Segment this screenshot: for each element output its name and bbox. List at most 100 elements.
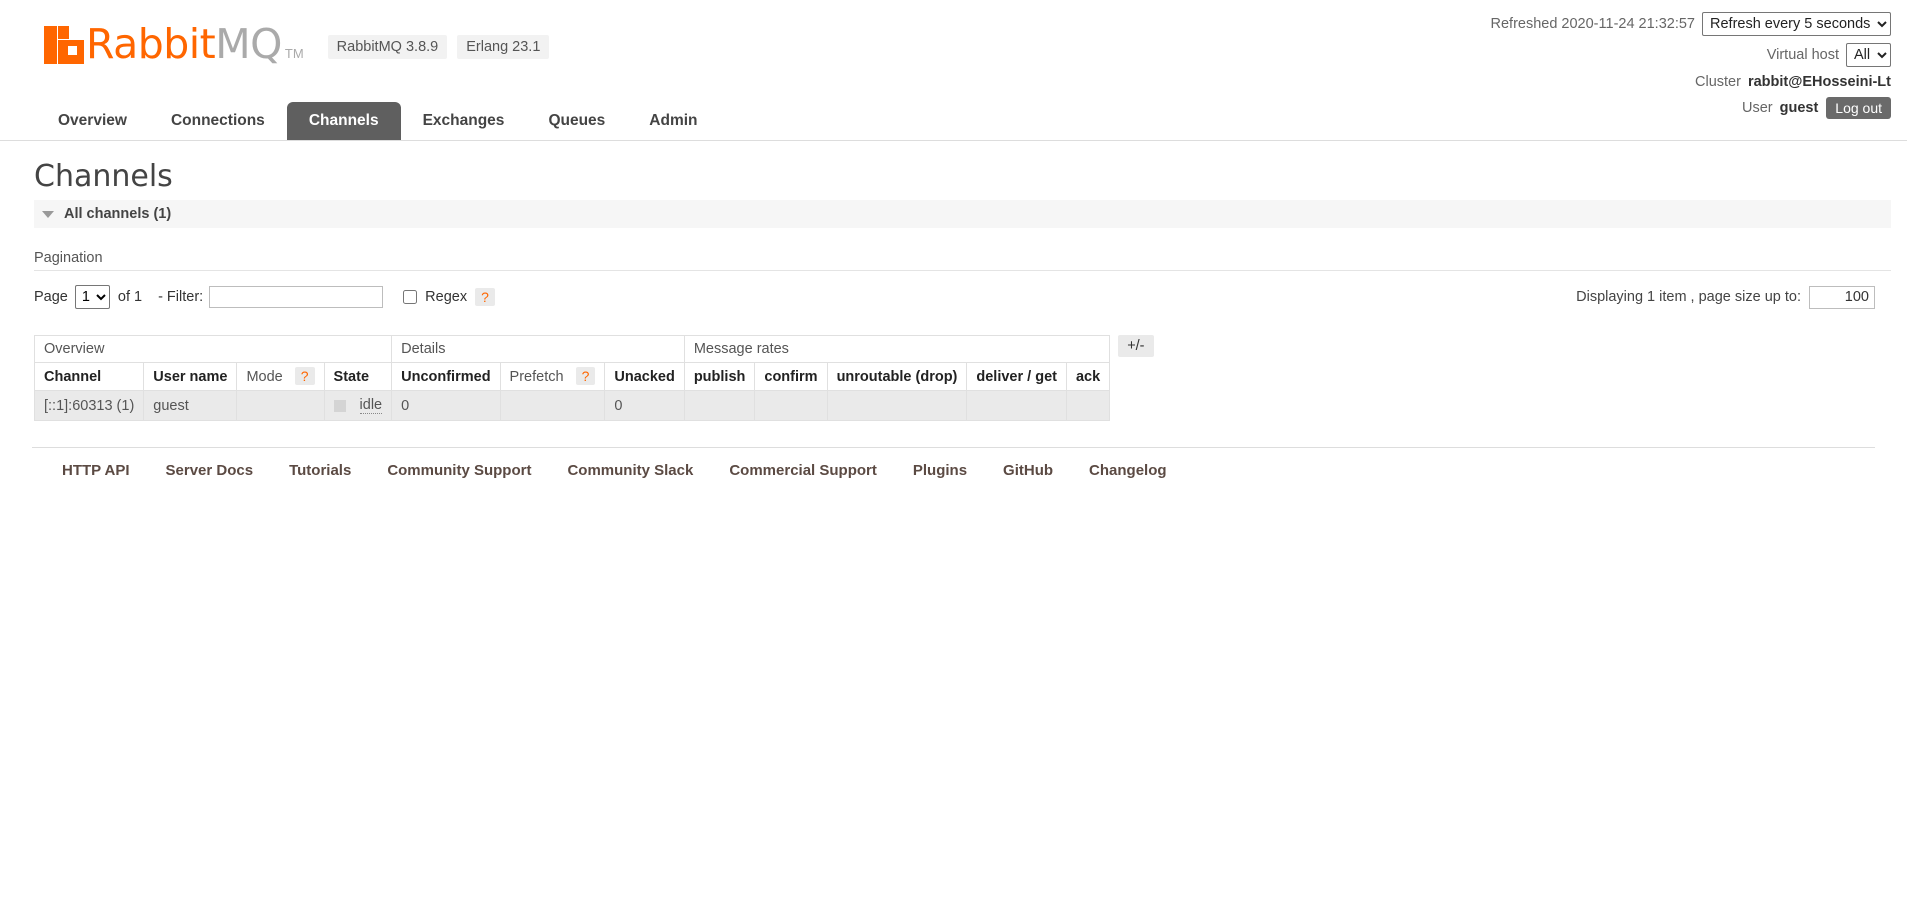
cell-unroutable-drop <box>826 390 968 421</box>
cell-mode <box>236 390 325 421</box>
channels-table: Overview Details Message rates Channel U… <box>33 335 1111 421</box>
version-badges: RabbitMQ 3.8.9 Erlang 23.1 <box>327 35 550 64</box>
regex-help-icon[interactable]: ? <box>475 288 495 306</box>
nav-divider <box>0 140 1907 141</box>
cell-user-name: guest <box>143 390 238 421</box>
col-mode-label: Mode <box>246 369 283 385</box>
state-indicator-icon <box>333 399 346 412</box>
footer-link-community-slack[interactable]: Community Slack <box>567 462 693 479</box>
col-confirm[interactable]: confirm <box>754 362 828 391</box>
col-unacked[interactable]: Unacked <box>604 362 685 391</box>
cluster-name: rabbit@EHosseini-Lt <box>1747 74 1891 90</box>
pagination-controls: Page 1 of 1 - Filter: Regex ? Displaying… <box>34 285 1891 309</box>
col-ack[interactable]: ack <box>1065 362 1111 391</box>
tab-overview[interactable]: Overview <box>36 102 149 140</box>
page-count-label: of 1 <box>117 289 143 305</box>
main-header: RabbitMQ TM RabbitMQ 3.8.9 Erlang 23.1 R… <box>0 0 1907 140</box>
col-deliver-get[interactable]: deliver / get <box>966 362 1067 391</box>
cell-publish <box>683 390 756 421</box>
all-channels-label: All channels (1) <box>64 206 172 222</box>
pagination-label: Pagination <box>34 250 103 266</box>
cluster-label: Cluster <box>1695 74 1741 90</box>
footer-link-server-docs[interactable]: Server Docs <box>166 462 254 479</box>
mode-help-icon[interactable]: ? <box>294 367 315 385</box>
vhost-row: Virtual host All <box>1491 43 1891 67</box>
col-prefetch-label: Prefetch <box>509 369 564 385</box>
page-size-input[interactable] <box>1809 285 1875 309</box>
rabbitmq-version-badge: RabbitMQ 3.8.9 <box>327 35 448 59</box>
tab-exchanges[interactable]: Exchanges <box>401 102 527 140</box>
cluster-row: Cluster rabbit@EHosseini-Lt <box>1491 74 1891 90</box>
page-select[interactable]: 1 <box>74 285 110 309</box>
regex-checkbox[interactable] <box>403 290 418 304</box>
footer-link-tutorials[interactable]: Tutorials <box>289 462 351 479</box>
footer-link-http-api[interactable]: HTTP API <box>62 462 130 479</box>
refresh-interval-select[interactable]: Refresh every 5 seconds <box>1702 12 1891 36</box>
page-title: Channels <box>34 159 173 194</box>
page-content: Channels All channels (1) Pagination Pag… <box>0 159 1907 479</box>
cell-unconfirmed: 0 <box>391 390 501 421</box>
tab-admin[interactable]: Admin <box>627 102 719 140</box>
footer-link-changelog[interactable]: Changelog <box>1089 462 1167 479</box>
cell-state-text: idle <box>359 397 383 414</box>
footer-link-github[interactable]: GitHub <box>1003 462 1053 479</box>
logo-text-rabbit: Rabbit <box>86 20 216 68</box>
tab-queues[interactable]: Queues <box>526 102 627 140</box>
filter-input[interactable] <box>209 286 384 308</box>
toggle-columns-button[interactable]: +/- <box>1118 335 1154 357</box>
vhost-select[interactable]: All <box>1846 43 1891 67</box>
main-navigation: Overview Connections Channels Exchanges … <box>36 102 720 140</box>
display-info-text: Displaying 1 item , page size up to: <box>1576 289 1801 305</box>
refreshed-timestamp: Refreshed 2020-11-24 21:32:57 <box>1490 16 1696 32</box>
prefetch-help-icon[interactable]: ? <box>575 367 596 385</box>
col-state[interactable]: State <box>323 362 393 391</box>
col-user-name[interactable]: User name <box>143 362 238 391</box>
rabbitmq-logo[interactable]: RabbitMQ TM RabbitMQ 3.8.9 Erlang 23.1 <box>44 24 550 65</box>
channels-table-wrapper: Overview Details Message rates Channel U… <box>33 335 1891 421</box>
group-message-rates: Message rates <box>683 335 1111 363</box>
regex-control: Regex ? <box>403 288 495 306</box>
cell-state: idle <box>323 390 393 421</box>
cell-prefetch <box>499 390 606 421</box>
table-group-header-row: Overview Details Message rates <box>33 335 1111 363</box>
col-mode[interactable]: Mode ? <box>236 362 325 391</box>
cell-ack <box>1065 390 1111 421</box>
logo-trademark: TM <box>284 46 304 61</box>
tab-channels[interactable]: Channels <box>286 102 401 140</box>
regex-label: Regex <box>425 289 468 305</box>
all-channels-section-header[interactable]: All channels (1) <box>34 200 1891 228</box>
logo-text-mq: MQ <box>215 20 282 68</box>
pagination-divider <box>34 270 1891 271</box>
col-unconfirmed[interactable]: Unconfirmed <box>391 362 501 391</box>
header-controls: Refreshed 2020-11-24 21:32:57 Refresh ev… <box>1490 12 1891 126</box>
logo-wordmark: RabbitMQ <box>86 24 282 65</box>
rabbitmq-logo-icon <box>44 26 84 64</box>
logout-button[interactable]: Log out <box>1826 97 1891 119</box>
user-row: User guest Log out <box>1491 97 1891 119</box>
table-row[interactable]: [::1]:60313 (1) guest idle 0 0 <box>33 390 1111 421</box>
cell-channel[interactable]: [::1]:60313 (1) <box>33 390 145 421</box>
chevron-down-icon <box>42 210 54 218</box>
table-column-header-row: Channel User name Mode ? State Unconfirm… <box>33 362 1111 391</box>
erlang-version-badge: Erlang 23.1 <box>457 35 550 59</box>
footer-link-commercial-support[interactable]: Commercial Support <box>729 462 877 479</box>
user-name: guest <box>1779 100 1819 116</box>
refresh-row: Refreshed 2020-11-24 21:32:57 Refresh ev… <box>1490 12 1891 36</box>
col-unroutable-drop[interactable]: unroutable (drop) <box>826 362 968 391</box>
cell-deliver-get <box>966 390 1067 421</box>
group-overview: Overview <box>33 335 393 363</box>
col-channel[interactable]: Channel <box>33 362 145 391</box>
filter-label: - Filter: <box>158 289 204 305</box>
user-label: User <box>1741 100 1773 116</box>
group-details: Details <box>391 335 685 363</box>
footer-link-community-support[interactable]: Community Support <box>387 462 531 479</box>
cell-confirm <box>754 390 828 421</box>
cell-unacked: 0 <box>604 390 685 421</box>
col-prefetch[interactable]: Prefetch ? <box>499 362 606 391</box>
tab-connections[interactable]: Connections <box>149 102 287 140</box>
footer-links: HTTP API Server Docs Tutorials Community… <box>32 447 1875 479</box>
vhost-label: Virtual host <box>1766 47 1839 63</box>
footer-link-plugins[interactable]: Plugins <box>913 462 967 479</box>
display-info: Displaying 1 item , page size up to: <box>1576 285 1875 309</box>
col-publish[interactable]: publish <box>683 362 756 391</box>
